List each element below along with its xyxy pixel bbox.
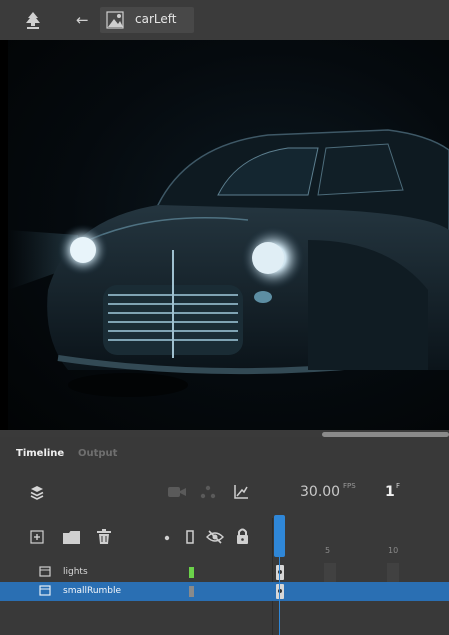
- playhead-line: [279, 557, 280, 635]
- layer-icon: [39, 566, 51, 577]
- graphic-symbol-icon: [106, 11, 124, 29]
- layer-color-swatch[interactable]: [189, 586, 194, 597]
- current-frame[interactable]: 1: [385, 484, 395, 500]
- panel-tabs: Timeline Output: [0, 437, 449, 463]
- layer-depth-icon[interactable]: [200, 485, 216, 499]
- layers-icon[interactable]: [30, 485, 44, 501]
- add-folder-icon[interactable]: [63, 531, 80, 544]
- layer-row-lights[interactable]: lights: [0, 563, 449, 582]
- frame-unit: F: [396, 482, 401, 490]
- edit-bar: ← carLeft: [0, 0, 449, 40]
- layer-name-smallrumble[interactable]: smallRumble: [63, 586, 121, 596]
- easing-graph-icon[interactable]: [233, 484, 249, 500]
- symbol-name: carLeft: [135, 12, 177, 26]
- keyframe[interactable]: [276, 565, 284, 580]
- layer-row-smallrumble[interactable]: smallRumble: [0, 582, 449, 601]
- fps-unit: FPS: [343, 482, 356, 490]
- tab-timeline[interactable]: Timeline: [16, 448, 64, 459]
- playhead-handle[interactable]: [274, 515, 285, 557]
- layer-color-swatch[interactable]: [189, 567, 194, 578]
- symbol-breadcrumb[interactable]: carLeft: [100, 7, 194, 33]
- fps-value[interactable]: 30.00: [300, 484, 340, 500]
- scene-icon[interactable]: [22, 10, 44, 30]
- outline-icon[interactable]: [186, 530, 194, 544]
- delete-icon[interactable]: [97, 529, 111, 544]
- tab-output[interactable]: Output: [78, 448, 117, 459]
- layer-name-lights[interactable]: lights: [63, 567, 88, 577]
- highlight-dot-icon[interactable]: [164, 535, 170, 541]
- add-layer-icon[interactable]: [30, 530, 44, 544]
- lock-icon[interactable]: [236, 528, 249, 544]
- layer-icon: [39, 585, 51, 596]
- visibility-icon[interactable]: [206, 530, 224, 544]
- car-illustration: [8, 129, 449, 397]
- stage: [0, 40, 449, 430]
- back-arrow-icon[interactable]: ←: [76, 10, 89, 30]
- camera-icon[interactable]: [168, 486, 186, 498]
- car-at-night-image[interactable]: [8, 40, 449, 430]
- keyframe[interactable]: [276, 584, 284, 599]
